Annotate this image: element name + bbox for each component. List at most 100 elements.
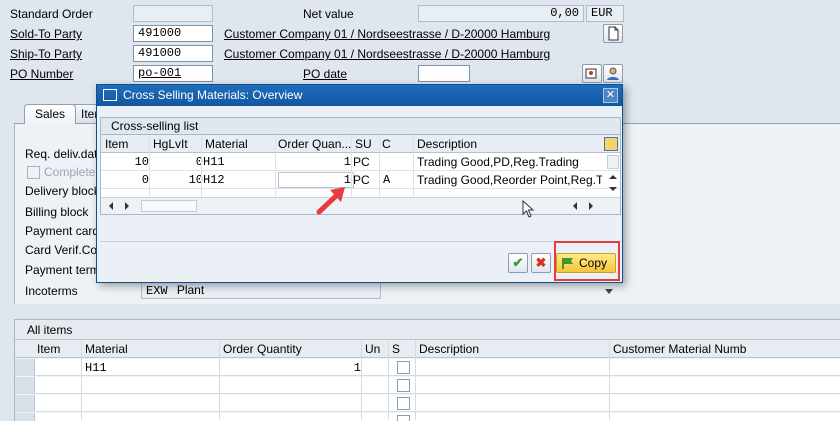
- cancel-icon[interactable]: ✖: [531, 253, 551, 273]
- all-items-title: All items: [15, 320, 840, 340]
- incoterms-code: EXW: [146, 284, 168, 298]
- col-order-quantity[interactable]: Order Quantity: [223, 340, 302, 358]
- col-order-quantity[interactable]: Order Quan...: [278, 135, 351, 153]
- column-divider: [275, 135, 276, 197]
- row-c: A: [383, 173, 391, 187]
- column-divider: [149, 135, 150, 197]
- col-material[interactable]: Material: [85, 340, 128, 358]
- row-checkbox[interactable]: [397, 379, 410, 392]
- po-number-label[interactable]: PO Number: [10, 66, 73, 82]
- row-item: 10: [134, 155, 149, 169]
- dialog-title: Cross Selling Materials: Overview: [123, 88, 303, 102]
- table-row[interactable]: [15, 395, 840, 412]
- ship-to-description[interactable]: Customer Company 01 / Nordseestrasse / D…: [224, 46, 550, 62]
- column-divider: [413, 135, 414, 197]
- incoterms-description: Plant: [176, 283, 205, 297]
- row-selector[interactable]: [15, 377, 35, 393]
- arrow-icon: [316, 187, 345, 215]
- cross-selling-dialog: Cross Selling Materials: Overview ✕ Cros…: [96, 84, 623, 283]
- column-settings-icon[interactable]: [604, 137, 618, 151]
- mouse-cursor-icon: [522, 200, 535, 218]
- col-description[interactable]: Description: [417, 135, 477, 153]
- col-description[interactable]: Description: [419, 340, 479, 358]
- po-date-field[interactable]: [418, 65, 470, 82]
- all-items-header: Item Material Order Quantity Un S Descri…: [15, 340, 840, 358]
- table-row[interactable]: [15, 413, 840, 421]
- row-checkbox[interactable]: [397, 361, 410, 374]
- column-divider: [201, 135, 202, 197]
- column-divider: [81, 340, 82, 420]
- dialog-divider: [100, 241, 621, 242]
- row-description: Trading Good,PD,Reg.Trading: [417, 155, 579, 169]
- close-icon[interactable]: ✕: [603, 88, 618, 103]
- card-verif-label: Card Verif.Coc: [25, 243, 104, 257]
- sold-to-description[interactable]: Customer Company 01 / Nordseestrasse / D…: [224, 26, 550, 42]
- scroll-arrows-icon[interactable]: [607, 173, 619, 193]
- col-hglvit[interactable]: HgLvIt: [153, 135, 188, 153]
- scroll-left-right-icon[interactable]: [571, 201, 595, 211]
- row-su: PC: [353, 173, 370, 187]
- window-icon: [103, 89, 117, 101]
- row-checkbox[interactable]: [397, 415, 410, 421]
- partner-icon[interactable]: [582, 64, 602, 83]
- row-selector[interactable]: [15, 359, 35, 375]
- row-selector[interactable]: [15, 395, 35, 411]
- net-value-field: 0,00: [418, 5, 584, 22]
- col-unit[interactable]: Un: [365, 340, 380, 358]
- dialog-title-bar[interactable]: Cross Selling Materials: Overview ✕: [97, 85, 622, 106]
- sold-to-field[interactable]: 491000: [133, 25, 213, 42]
- standard-order-label: Standard Order: [10, 7, 93, 21]
- row-description: Trading Good,Reorder Point,Reg.Tr.: [417, 173, 602, 187]
- col-s[interactable]: S: [392, 340, 400, 358]
- incoterms-label: Incoterms: [25, 284, 78, 298]
- row-material[interactable]: H11: [85, 359, 107, 377]
- po-date-label: PO date: [303, 67, 348, 81]
- incoterms-field[interactable]: EXW Plant: [141, 282, 381, 299]
- col-customer-material[interactable]: Customer Material Numb: [613, 340, 746, 358]
- sold-to-label[interactable]: Sold-To Party: [10, 26, 82, 42]
- row-checkbox[interactable]: [397, 397, 410, 410]
- table-row[interactable]: H11 1: [15, 359, 840, 376]
- column-divider: [219, 340, 220, 420]
- table-row[interactable]: 0 10 H12 1 PC A Trading Good,Reorder Poi…: [101, 171, 620, 189]
- cross-selling-table: Item HgLvIt Material Order Quan... SU C …: [100, 135, 621, 215]
- table-row[interactable]: 10 0 H11 1 PC Trading Good,PD,Reg.Tradin…: [101, 153, 620, 171]
- row-selector[interactable]: [15, 413, 35, 421]
- scrollbar-thumb[interactable]: [141, 200, 197, 212]
- col-item[interactable]: Item: [37, 340, 60, 358]
- check-icon[interactable]: ✔: [508, 253, 528, 273]
- column-divider: [415, 340, 416, 420]
- scrollbar-thumb[interactable]: [607, 155, 619, 169]
- row-material: H12: [203, 173, 225, 187]
- col-item[interactable]: Item: [105, 135, 128, 153]
- payment-terms-label: Payment term: [25, 263, 100, 277]
- complete-delivery-checkbox[interactable]: [27, 166, 40, 179]
- col-material[interactable]: Material: [205, 135, 248, 153]
- scroll-left-right-icon[interactable]: [107, 201, 131, 211]
- scroll-down-icon[interactable]: [603, 284, 615, 298]
- cross-selling-list-title: Cross-selling list: [100, 117, 621, 135]
- ship-to-label[interactable]: Ship-To Party: [10, 46, 82, 62]
- document-icon[interactable]: [603, 24, 623, 43]
- col-c[interactable]: C: [382, 135, 391, 153]
- row-hglvit: 0: [195, 155, 203, 169]
- standard-order-field[interactable]: [133, 5, 213, 22]
- req-deliv-date-label: Req. deliv.dat: [25, 147, 98, 161]
- cross-selling-header: Item HgLvIt Material Order Quan... SU C …: [101, 135, 620, 153]
- net-value-label: Net value: [303, 7, 354, 21]
- row-item: 0: [141, 173, 149, 187]
- horizontal-scrollbar[interactable]: [101, 197, 620, 214]
- col-su[interactable]: SU: [355, 135, 372, 153]
- column-divider: [379, 135, 380, 197]
- delivery-block-label: Delivery block: [25, 184, 100, 198]
- column-divider: [609, 340, 610, 420]
- copy-highlight-box: [554, 241, 620, 281]
- ship-to-field[interactable]: 491000: [133, 45, 213, 62]
- tab-sales[interactable]: Sales: [24, 104, 77, 124]
- person-icon[interactable]: [603, 64, 623, 83]
- billing-block-label: Billing block: [25, 205, 89, 219]
- table-row[interactable]: [15, 377, 840, 394]
- all-items-table: All items Item Material Order Quantity U…: [14, 319, 840, 421]
- po-number-field[interactable]: po-001: [133, 65, 213, 82]
- row-quantity[interactable]: 1: [223, 359, 361, 377]
